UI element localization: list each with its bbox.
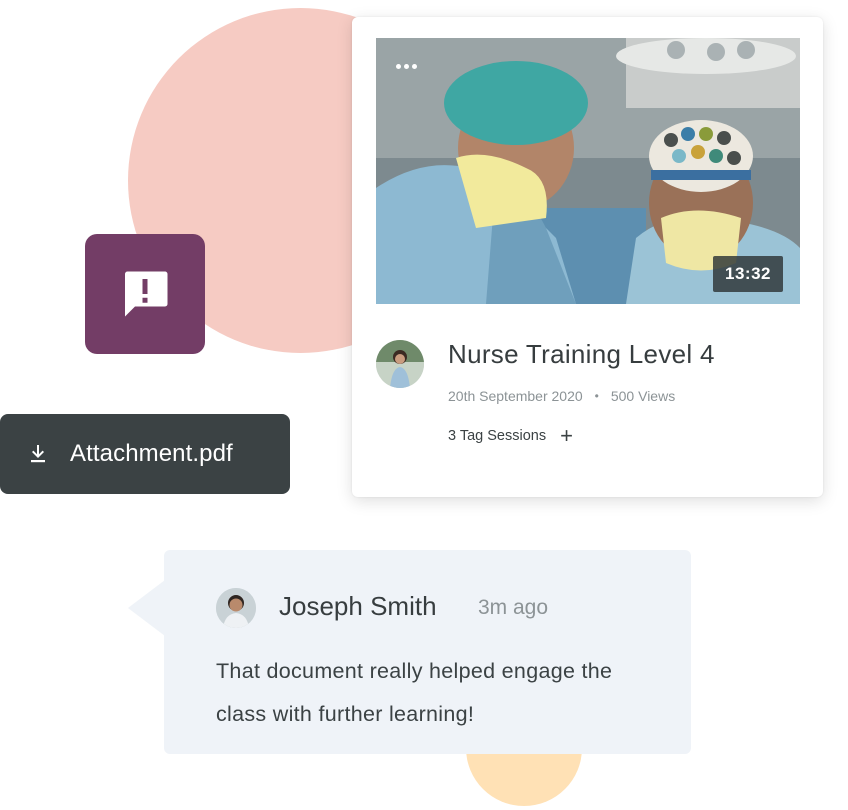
alert-message-icon (125, 271, 168, 317)
add-tag-icon[interactable]: + (560, 425, 573, 447)
video-card: 13:32 Nurse Training Level 4 20th Septem… (352, 17, 823, 497)
video-duration-badge: 13:32 (713, 256, 783, 292)
tag-sessions[interactable]: 3 Tag Sessions + (448, 425, 573, 447)
video-meta: 20th September 2020 • 500 Views (448, 388, 675, 404)
author-avatar[interactable] (376, 340, 424, 388)
more-options-icon[interactable] (396, 56, 426, 76)
attachment-file-name: Attachment.pdf (70, 440, 233, 467)
comment-timestamp: 3m ago (478, 596, 549, 619)
alert-tile (85, 234, 205, 354)
commenter-avatar[interactable] (216, 588, 256, 628)
video-thumbnail[interactable]: 13:32 (376, 38, 800, 304)
commenter-name[interactable]: Joseph Smith (279, 591, 437, 622)
meta-separator: • (594, 389, 599, 403)
attachment-download-button[interactable]: Attachment.pdf (0, 414, 290, 494)
comment-bubble: Joseph Smith 3m ago That document really… (164, 550, 691, 754)
download-icon (31, 445, 45, 463)
tag-sessions-label: 3 Tag Sessions (448, 428, 547, 444)
commenter-avatar-image (216, 588, 256, 628)
video-views: 500 Views (610, 388, 676, 404)
comment-text: That document really helped engage the c… (216, 659, 613, 726)
video-title[interactable]: Nurse Training Level 4 (448, 339, 715, 370)
comment-bubble-tail (128, 580, 165, 636)
author-avatar-image (376, 340, 424, 388)
video-date: 20th September 2020 (448, 388, 583, 404)
